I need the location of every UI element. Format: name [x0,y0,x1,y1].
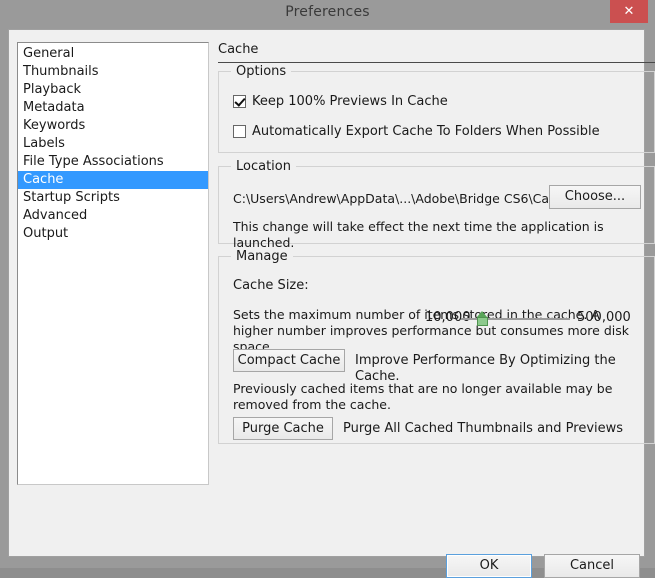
page-title-rule [218,62,655,63]
cache-size-label: Cache Size: [233,278,309,293]
sidebar-item-cache[interactable]: Cache [18,171,208,189]
checkbox-keep-previews[interactable]: Keep 100% Previews In Cache [233,94,448,109]
checkbox-auto-export[interactable]: Automatically Export Cache To Folders Wh… [233,124,600,139]
cache-path-text: C:\Users\Andrew\AppData\...\Adobe\Bridge… [233,191,576,206]
compact-cache-note: Previously cached items that are no long… [233,381,613,412]
sidebar-item-metadata[interactable]: Metadata [18,99,208,117]
dialog-body: General Thumbnails Playback Metadata Keyword… [8,29,655,578]
sidebar-item-general[interactable]: General [18,45,208,63]
page-title: Cache [218,42,259,57]
sidebar-item-labels[interactable]: Labels [18,135,208,153]
purge-cache-button-label: Purge Cache [242,421,324,436]
location-group: Location C:\Users\Andrew\AppData\...\Ado… [218,159,655,250]
sidebar-item-thumbnails[interactable]: Thumbnails [18,63,208,81]
choose-button-label: Choose... [564,189,626,204]
location-group-legend: Location [231,159,296,174]
cancel-button[interactable]: Cancel [544,554,640,578]
settings-pane: Cache Options Keep 100% Previews In Cach… [212,38,655,508]
sidebar-item-keywords[interactable]: Keywords [18,117,208,135]
checkbox-auto-export-label: Automatically Export Cache To Folders Wh… [252,124,600,139]
sidebar-item-output[interactable]: Output [18,225,208,243]
slider-thumb-body [477,317,489,326]
checkbox-keep-previews-box[interactable] [233,95,246,108]
manage-group: Manage Cache Size: Sets the maximum numb… [218,249,655,444]
choose-button[interactable]: Choose... [549,185,641,209]
compact-cache-button-label: Compact Cache [237,353,341,368]
window-title: Preferences [285,4,370,20]
location-note-text: This change will take effect the next ti… [233,219,604,250]
compact-cache-button[interactable]: Compact Cache [233,349,345,372]
sidebar-item-startup-scripts[interactable]: Startup Scripts [18,189,208,207]
sidebar-item-advanced[interactable]: Advanced [18,207,208,225]
preferences-window: Preferences ✕ General Thumbnails Playback M… [0,0,655,578]
close-icon[interactable]: ✕ [610,0,648,23]
purge-cache-description: Purge All Cached Thumbnails and Previews [343,421,624,436]
sidebar-item-playback[interactable]: Playback [18,81,208,99]
ok-button-label: OK [479,558,499,573]
cancel-button-label: Cancel [569,558,615,573]
options-group: Options Keep 100% Previews In Cache Auto… [218,64,655,153]
purge-cache-button[interactable]: Purge Cache [233,417,333,440]
checkbox-auto-export-box[interactable] [233,125,246,138]
slider-max-label: 500,000 [577,310,631,325]
options-group-legend: Options [231,64,292,79]
checkbox-keep-previews-label: Keep 100% Previews In Cache [252,94,448,109]
manage-group-legend: Manage [231,249,293,264]
category-listbox[interactable]: General Thumbnails Playback Metadata Keyword… [17,42,209,485]
sidebar-item-file-type-associations[interactable]: File Type Associations [18,153,208,171]
cache-size-slider-thumb[interactable] [477,311,489,326]
ok-button[interactable]: OK [446,554,532,578]
title-bar: Preferences ✕ [0,0,655,27]
